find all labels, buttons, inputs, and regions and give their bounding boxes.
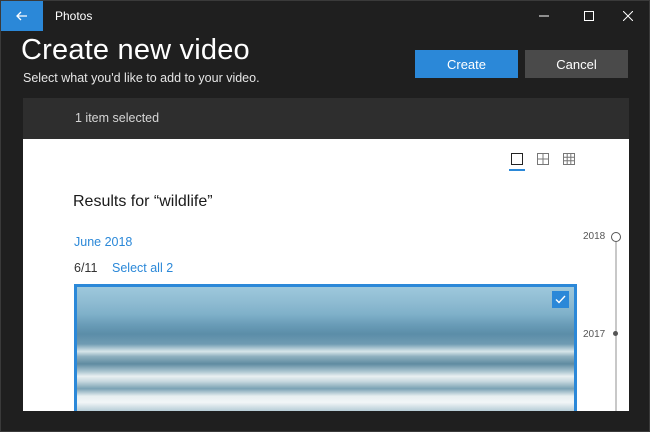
page-subtitle: Select what you'd like to add to your vi…: [23, 71, 260, 85]
close-button[interactable]: [605, 1, 650, 31]
timeline-year-2017[interactable]: 2017: [583, 329, 605, 340]
back-arrow-icon: [16, 11, 27, 21]
title-bar: Photos: [1, 1, 649, 31]
single-view-button[interactable]: [509, 151, 525, 167]
single-view-icon: [511, 153, 523, 165]
page-title: Create new video: [21, 34, 250, 66]
active-view-indicator: [509, 169, 525, 171]
cancel-button[interactable]: Cancel: [525, 50, 628, 78]
back-button[interactable]: [1, 1, 43, 31]
timeline-current-marker[interactable]: [611, 232, 621, 242]
selection-count: 1 item selected: [75, 111, 160, 125]
video-thumbnail[interactable]: [74, 284, 577, 411]
photos-window: Photos Create new video Select what you'…: [0, 0, 650, 432]
small-grid-button[interactable]: [561, 151, 577, 167]
day-label: 6/11: [74, 261, 98, 275]
small-grid-icon: [563, 153, 575, 165]
create-button[interactable]: Create: [415, 50, 518, 78]
medium-grid-icon: [537, 153, 549, 165]
timeline-year-2018[interactable]: 2018: [583, 231, 605, 242]
timeline-track[interactable]: [615, 242, 617, 411]
minimize-button[interactable]: [521, 1, 567, 31]
medium-grid-button[interactable]: [535, 151, 551, 167]
checkmark-icon: [555, 295, 566, 304]
ocean-waves-image: [77, 287, 574, 411]
maximize-icon: [584, 11, 594, 21]
selection-bar: 1 item selected: [23, 98, 629, 139]
timeline-year-marker: [613, 331, 618, 336]
minimize-icon: [539, 15, 549, 17]
selection-checkbox[interactable]: [552, 291, 569, 308]
close-icon: [623, 11, 633, 21]
results-panel: Results for “wildlife” June 2018 6/11 Se…: [23, 139, 629, 411]
results-heading: Results for “wildlife”: [73, 193, 213, 210]
select-all-link[interactable]: Select all 2: [112, 261, 173, 275]
app-title: Photos: [55, 9, 93, 23]
date-group-label[interactable]: June 2018: [74, 235, 132, 249]
